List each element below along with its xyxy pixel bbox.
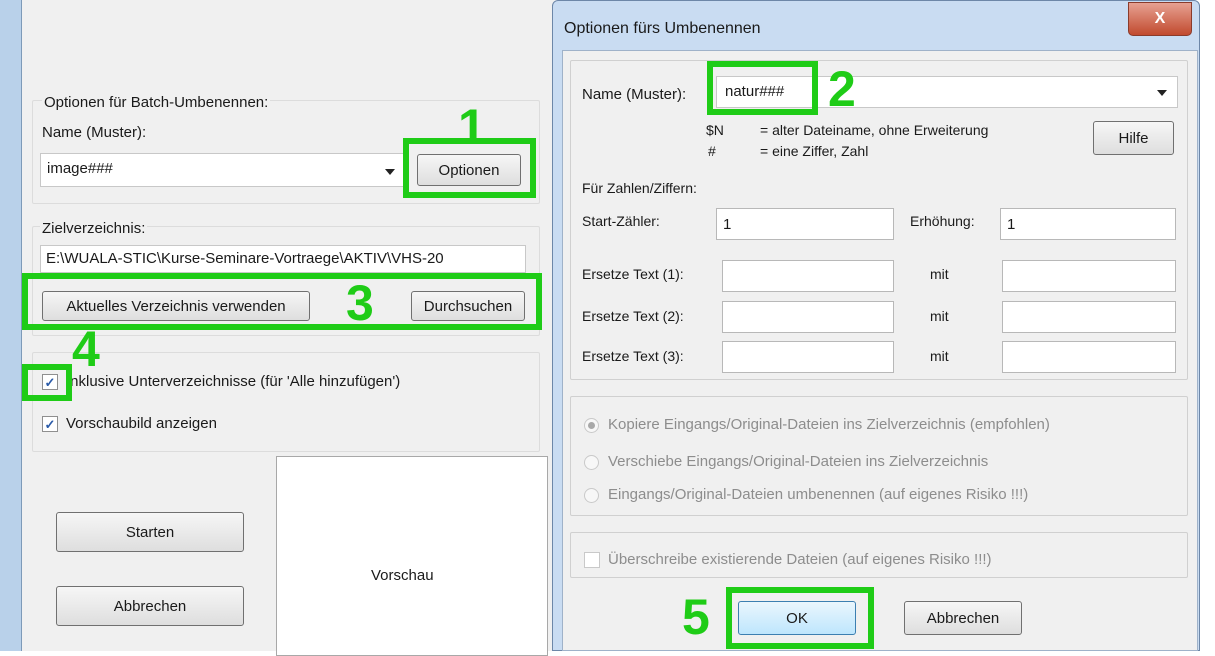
- replace-2-search-input[interactable]: [722, 301, 894, 333]
- chevron-down-icon[interactable]: [1157, 90, 1167, 96]
- name-pattern-value: image###: [47, 160, 113, 177]
- radio-copy-label: Kopiere Eingangs/Original-Dateien ins Zi…: [608, 416, 1050, 433]
- replace-3-search-input[interactable]: [722, 341, 894, 373]
- start-counter-label: Start-Zähler:: [582, 213, 660, 229]
- hint-n-text: = alter Dateiname, ohne Erweiterung: [760, 122, 989, 138]
- start-counter-value: 1: [723, 215, 732, 233]
- start-counter-input[interactable]: 1: [716, 208, 894, 240]
- step-3-highlight: [22, 273, 542, 330]
- hint-hash-key: #: [708, 143, 716, 159]
- step-4-marker: 4: [72, 321, 100, 377]
- replace-3-with-input[interactable]: [1002, 341, 1176, 373]
- target-dir-value: E:\WUALA-STIC\Kurse-Seminare-Vortraege\A…: [46, 250, 444, 267]
- preview-label: Vorschau: [371, 567, 434, 584]
- replace-1-label: Ersetze Text (1):: [582, 266, 684, 282]
- step-2-marker: 2: [828, 61, 856, 117]
- step-5-highlight: [726, 587, 874, 649]
- include-subdirs-label: Inklusive Unterverzeichnisse (für 'Alle …: [66, 373, 401, 390]
- radio-move[interactable]: [584, 455, 599, 470]
- preview-pane: Vorschau: [276, 456, 548, 656]
- name-pattern-label: Name (Muster):: [42, 124, 147, 141]
- increment-value: 1: [1007, 215, 1016, 233]
- window-frame-left: [0, 0, 22, 651]
- increment-input[interactable]: 1: [1000, 208, 1176, 240]
- name-pattern-combobox[interactable]: image###: [40, 153, 404, 187]
- show-preview-checkbox[interactable]: ✓: [42, 416, 58, 432]
- dialog-cancel-button[interactable]: Abbrechen: [904, 601, 1022, 635]
- replace-2-label: Ersetze Text (2):: [582, 308, 684, 324]
- replace-2-with-label: mit: [930, 308, 949, 324]
- step-1-highlight: [403, 138, 536, 198]
- checkmark-icon: ✓: [44, 416, 56, 432]
- help-button[interactable]: Hilfe: [1093, 121, 1174, 155]
- replace-3-with-label: mit: [930, 348, 949, 364]
- step-4-highlight: [22, 364, 72, 401]
- radio-rename[interactable]: [584, 488, 599, 503]
- dialog-name-pattern-label: Name (Muster):: [582, 86, 687, 103]
- radio-copy[interactable]: [584, 418, 599, 433]
- replace-2-with-input[interactable]: [1002, 301, 1176, 333]
- dialog-title: Optionen fürs Umbenennen: [564, 20, 761, 37]
- step-5-marker: 5: [682, 589, 710, 645]
- step-2-highlight: [707, 61, 818, 115]
- radio-rename-label: Eingangs/Original-Dateien umbenennen (au…: [608, 486, 1029, 503]
- replace-1-search-input[interactable]: [722, 260, 894, 292]
- cancel-button[interactable]: Abbrechen: [56, 586, 244, 626]
- overwrite-label: Überschreibe existierende Dateien (auf e…: [608, 551, 992, 568]
- radio-selected-dot: [588, 422, 595, 429]
- chevron-down-icon[interactable]: [385, 169, 395, 175]
- hint-n-key: $N: [706, 122, 724, 138]
- target-dir-field[interactable]: E:\WUALA-STIC\Kurse-Seminare-Vortraege\A…: [40, 245, 526, 273]
- checkbox-group: [32, 352, 540, 452]
- increment-label: Erhöhung:: [910, 213, 975, 229]
- hint-hash-text: = eine Ziffer, Zahl: [760, 143, 869, 159]
- start-button[interactable]: Starten: [56, 512, 244, 552]
- replace-1-with-label: mit: [930, 266, 949, 282]
- close-icon[interactable]: X: [1128, 2, 1192, 36]
- overwrite-checkbox[interactable]: [584, 552, 600, 568]
- target-dir-label: Zielverzeichnis:: [40, 220, 148, 237]
- show-preview-label: Vorschaubild anzeigen: [66, 415, 217, 432]
- replace-3-label: Ersetze Text (3):: [582, 348, 684, 364]
- radio-move-label: Verschiebe Eingangs/Original-Dateien ins…: [608, 453, 989, 470]
- close-glyph: X: [1154, 10, 1166, 27]
- step-3-marker: 3: [346, 275, 374, 331]
- batch-group-title: Optionen für Batch-Umbenennen:: [42, 94, 271, 111]
- numbers-title: Für Zahlen/Ziffern:: [582, 180, 697, 196]
- replace-1-with-input[interactable]: [1002, 260, 1176, 292]
